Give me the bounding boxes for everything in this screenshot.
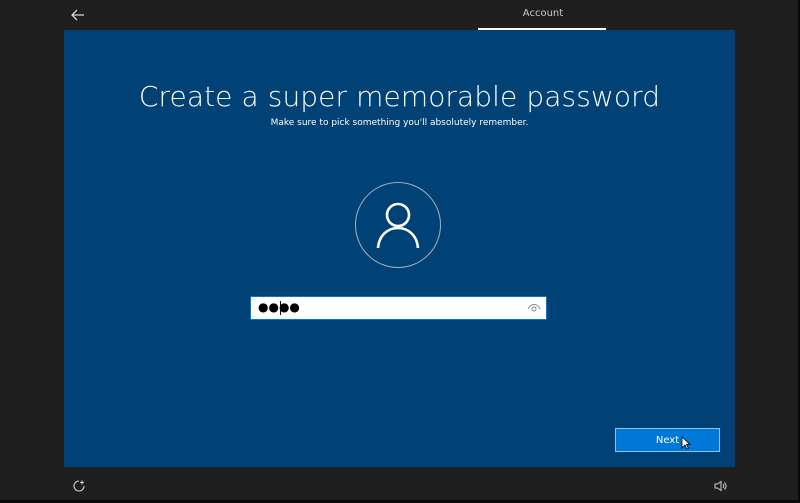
page-title: Create a super memorable password <box>138 80 661 113</box>
ease-of-access-icon <box>73 480 85 492</box>
arrow-left-icon <box>71 9 84 21</box>
user-icon <box>376 202 420 249</box>
mouse-pointer-icon <box>681 436 691 450</box>
text-caret <box>280 301 281 315</box>
page-subtitle: Make sure to pick something you'll absol… <box>270 118 529 128</box>
volume-button[interactable] <box>713 478 727 492</box>
back-button[interactable] <box>66 4 90 26</box>
avatar <box>355 182 441 268</box>
ease-of-access-button[interactable] <box>72 478 86 492</box>
oobe-window: Account Create a super memorable passwor… <box>0 0 800 503</box>
main-panel: Create a super memorable password Make s… <box>64 30 735 467</box>
step-label-account: Account <box>522 8 564 19</box>
password-input[interactable]: ●●●● <box>250 296 547 320</box>
password-value: ●●●● <box>258 300 300 314</box>
eye-icon <box>527 303 541 312</box>
reveal-password-button[interactable] <box>526 300 542 316</box>
top-bar: Account <box>0 0 800 30</box>
volume-icon <box>714 480 727 492</box>
next-button[interactable]: Next <box>615 428 720 452</box>
